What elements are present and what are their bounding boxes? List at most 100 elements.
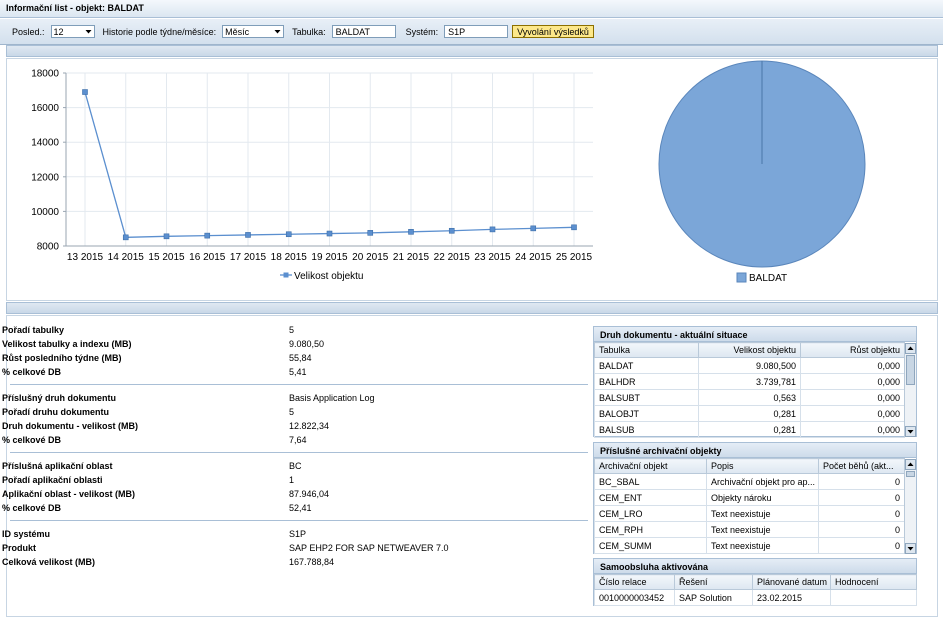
table-cell[interactable]: 0,281 bbox=[698, 405, 801, 422]
data-point[interactable] bbox=[163, 233, 170, 240]
table-cell[interactable]: CEM_SUMM bbox=[594, 537, 707, 554]
table-cell[interactable]: 0 bbox=[818, 537, 905, 554]
table-cell[interactable]: 0 bbox=[818, 521, 905, 538]
table-cell[interactable]: Text neexistuje bbox=[706, 505, 819, 522]
data-point[interactable] bbox=[489, 226, 496, 233]
table-cell[interactable]: 0,000 bbox=[800, 373, 905, 390]
scroll-up-icon[interactable] bbox=[905, 459, 916, 470]
info-value: 87.946,04 bbox=[289, 489, 330, 499]
table-cell[interactable]: 0,000 bbox=[800, 421, 905, 438]
data-point[interactable] bbox=[122, 234, 129, 241]
scroll-up-icon[interactable] bbox=[905, 343, 916, 354]
doc-types-scrollbar[interactable] bbox=[904, 343, 916, 437]
data-point[interactable] bbox=[530, 225, 537, 232]
scroll-thumb[interactable] bbox=[906, 471, 915, 477]
table-row[interactable]: BALDAT 9.080,500 0,000 bbox=[594, 357, 905, 374]
scroll-down-icon[interactable] bbox=[905, 543, 916, 554]
system-input[interactable]: S1P bbox=[444, 25, 509, 38]
show-results-button[interactable]: Vyvolání výsledků bbox=[512, 25, 594, 38]
col-header[interactable]: Počet běhů (akt... bbox=[818, 458, 905, 474]
col-header[interactable]: Hodnocení bbox=[830, 574, 917, 590]
table-row[interactable]: 0010000003452 SAP Solution 23.02.2015 bbox=[594, 589, 917, 606]
scroll-down-icon[interactable] bbox=[905, 426, 916, 437]
table-row[interactable]: CEM_RPH Text neexistuje 0 bbox=[594, 521, 905, 538]
col-header[interactable]: Velikost objektu bbox=[698, 342, 801, 358]
table-cell[interactable] bbox=[830, 589, 917, 606]
archive-scrollbar[interactable] bbox=[904, 459, 916, 554]
table-cell[interactable]: BALOBJT bbox=[594, 405, 699, 422]
table-cell[interactable]: 0 bbox=[818, 505, 905, 522]
data-point[interactable] bbox=[245, 232, 251, 238]
table-cell[interactable]: BALHDR bbox=[594, 373, 699, 390]
info-value: SAP EHP2 FOR SAP NETWEAVER 7.0 bbox=[289, 543, 449, 553]
table-row[interactable]: CEM_ENT Objekty nároku 0 bbox=[594, 489, 905, 506]
data-point[interactable] bbox=[82, 89, 88, 95]
table-cell[interactable]: 0,563 bbox=[698, 389, 801, 406]
info-row: Velikost tabulky a indexu (MB) 9.080,50 bbox=[0, 339, 574, 353]
data-point[interactable] bbox=[326, 230, 333, 237]
data-point[interactable] bbox=[367, 230, 374, 236]
table-cell[interactable]: BC_SBAL bbox=[594, 473, 707, 490]
col-header[interactable]: Růst objektu bbox=[800, 342, 905, 358]
table-cell[interactable]: BALSUBT bbox=[594, 389, 699, 406]
info-row: Aplikační oblast - velikost (MB) 87.946,0… bbox=[0, 489, 574, 503]
info-key: Příslušný druh dokumentu bbox=[2, 393, 117, 403]
x-tick-label: 19 2015 bbox=[311, 252, 348, 263]
table-cell[interactable]: 3.739,781 bbox=[698, 373, 801, 390]
col-header[interactable]: Tabulka bbox=[594, 342, 699, 358]
posled-select[interactable]: 12 bbox=[50, 25, 95, 38]
table-cell[interactable]: SAP Solution bbox=[674, 589, 753, 606]
info-key: Pořadí druhu dokumentu bbox=[2, 407, 109, 417]
table-cell[interactable]: 0,000 bbox=[800, 357, 905, 374]
y-tick-label: 16000 bbox=[31, 103, 59, 114]
table-cell[interactable]: 0,000 bbox=[800, 389, 905, 406]
table-row[interactable]: BC_SBAL Archivační objekt pro ap... 0 bbox=[594, 473, 905, 490]
info-value: 55,84 bbox=[289, 353, 312, 363]
scroll-thumb[interactable] bbox=[906, 355, 915, 385]
x-tick-label: 14 2015 bbox=[108, 252, 145, 263]
table-input[interactable]: BALDAT bbox=[331, 25, 396, 38]
table-cell[interactable]: Objekty nároku bbox=[706, 489, 819, 506]
table-cell[interactable]: 9.080,500 bbox=[698, 357, 801, 374]
chart-panel-header bbox=[6, 45, 938, 57]
table-cell[interactable]: CEM_LRO bbox=[594, 505, 707, 522]
table-cell[interactable]: 0 bbox=[818, 489, 905, 506]
col-header[interactable]: Popis bbox=[706, 458, 819, 474]
col-header[interactable]: Archivační objekt bbox=[594, 458, 707, 474]
col-header[interactable]: Plánované datum bbox=[752, 574, 831, 590]
table-cell[interactable]: BALDAT bbox=[594, 357, 699, 374]
table-cell[interactable]: 0010000003452 bbox=[594, 589, 675, 606]
data-point[interactable] bbox=[285, 231, 292, 238]
history-select[interactable]: Měsíc bbox=[222, 25, 285, 38]
data-point[interactable] bbox=[408, 229, 414, 235]
table-cell[interactable]: 0 bbox=[818, 473, 905, 490]
data-point[interactable] bbox=[204, 232, 211, 239]
info-value: BC bbox=[289, 461, 302, 471]
doc-types-title: Druh dokumentu - aktuální situace bbox=[594, 327, 916, 342]
legend-label: Velikost objektu bbox=[294, 271, 364, 282]
col-header[interactable]: Číslo relace bbox=[594, 574, 675, 590]
table-row[interactable]: BALSUBT 0,563 0,000 bbox=[594, 389, 905, 406]
info-row: Růst posledního týdne (MB) 55,84 bbox=[0, 353, 574, 367]
table-cell[interactable]: 0,000 bbox=[800, 405, 905, 422]
x-tick-label: 24 2015 bbox=[515, 252, 552, 263]
table-cell[interactable]: BALSUB bbox=[594, 421, 699, 438]
table-row[interactable]: CEM_SUMM Text neexistuje 0 bbox=[594, 537, 905, 554]
table-cell[interactable]: Text neexistuje bbox=[706, 521, 819, 538]
table-row[interactable]: BALHDR 3.739,781 0,000 bbox=[594, 373, 905, 390]
table-cell[interactable]: 23.02.2015 bbox=[752, 589, 831, 606]
table-cell[interactable]: CEM_ENT bbox=[594, 489, 707, 506]
table-row[interactable]: BALOBJT 0,281 0,000 bbox=[594, 405, 905, 422]
table-row[interactable]: CEM_LRO Text neexistuje 0 bbox=[594, 505, 905, 522]
data-point[interactable] bbox=[571, 224, 577, 231]
info-value: Basis Application Log bbox=[289, 393, 375, 403]
info-row: Druh dokumentu - velikost (MB) 12.822,34 bbox=[0, 421, 574, 435]
table-cell[interactable]: Archivační objekt pro ap... bbox=[706, 473, 819, 490]
table-row[interactable]: BALSUB 0,281 0,000 bbox=[594, 421, 905, 438]
col-header[interactable]: Řešení bbox=[674, 574, 753, 590]
data-point[interactable] bbox=[448, 227, 455, 234]
table-cell[interactable]: 0,281 bbox=[698, 421, 801, 438]
table-cell[interactable]: Text neexistuje bbox=[706, 537, 819, 554]
table-cell[interactable]: CEM_RPH bbox=[594, 521, 707, 538]
posled-label: Posled.: bbox=[12, 26, 45, 37]
